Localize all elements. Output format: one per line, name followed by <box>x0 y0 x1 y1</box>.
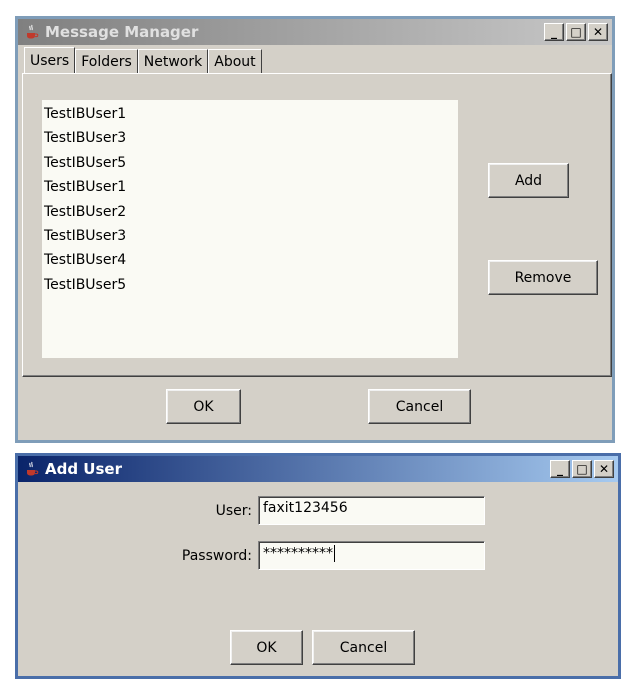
cancel-button[interactable]: Cancel <box>368 389 471 424</box>
message-manager-window: Message Manager _ □ ✕ Users Folders Netw… <box>15 16 615 443</box>
add-user-window: Add User _ □ ✕ User: faxit123456 Passwor… <box>15 453 621 679</box>
password-field[interactable]: ********** <box>258 541 485 570</box>
list-item[interactable]: TestIBUser1 <box>44 102 458 126</box>
tab-folders[interactable]: Folders <box>75 49 138 73</box>
users-list[interactable]: TestIBUser1 TestIBUser3 TestIBUser5 Test… <box>42 100 458 358</box>
maximize-icon[interactable]: □ <box>566 23 586 41</box>
user-label: User: <box>215 503 252 519</box>
add-user-titlebar[interactable]: Add User _ □ ✕ <box>18 456 618 482</box>
add-user-ok-button[interactable]: OK <box>230 630 303 665</box>
list-item[interactable]: TestIBUser4 <box>44 248 458 272</box>
tab-strip: Users Folders Network About <box>24 47 262 73</box>
user-field-value: faxit123456 <box>263 500 348 516</box>
remove-button[interactable]: Remove <box>488 260 598 295</box>
java-cup-icon <box>23 460 41 478</box>
close-icon[interactable]: ✕ <box>594 460 614 478</box>
ok-button[interactable]: OK <box>166 389 241 424</box>
add-button[interactable]: Add <box>488 163 569 198</box>
add-user-cancel-button[interactable]: Cancel <box>312 630 415 665</box>
password-field-value: ********** <box>263 545 333 562</box>
password-label: Password: <box>181 548 252 564</box>
list-item[interactable]: TestIBUser3 <box>44 224 458 248</box>
list-item[interactable]: TestIBUser5 <box>44 273 458 297</box>
tab-users[interactable]: Users <box>24 47 76 73</box>
window-title: Message Manager <box>45 23 199 41</box>
text-caret <box>334 545 335 562</box>
tab-network[interactable]: Network <box>137 49 209 73</box>
list-item[interactable]: TestIBUser1 <box>44 175 458 199</box>
list-item[interactable]: TestIBUser5 <box>44 151 458 175</box>
java-cup-icon <box>23 23 41 41</box>
minimize-icon[interactable]: _ <box>550 460 570 478</box>
close-icon[interactable]: ✕ <box>588 23 608 41</box>
list-item[interactable]: TestIBUser2 <box>44 200 458 224</box>
user-field[interactable]: faxit123456 <box>258 496 485 525</box>
tab-about[interactable]: About <box>208 49 262 73</box>
list-item[interactable]: TestIBUser3 <box>44 126 458 150</box>
message-manager-titlebar[interactable]: Message Manager _ □ ✕ <box>18 19 612 45</box>
window-title: Add User <box>45 460 122 478</box>
maximize-icon[interactable]: □ <box>572 460 592 478</box>
minimize-icon[interactable]: _ <box>544 23 564 41</box>
users-panel: TestIBUser1 TestIBUser3 TestIBUser5 Test… <box>22 73 612 377</box>
